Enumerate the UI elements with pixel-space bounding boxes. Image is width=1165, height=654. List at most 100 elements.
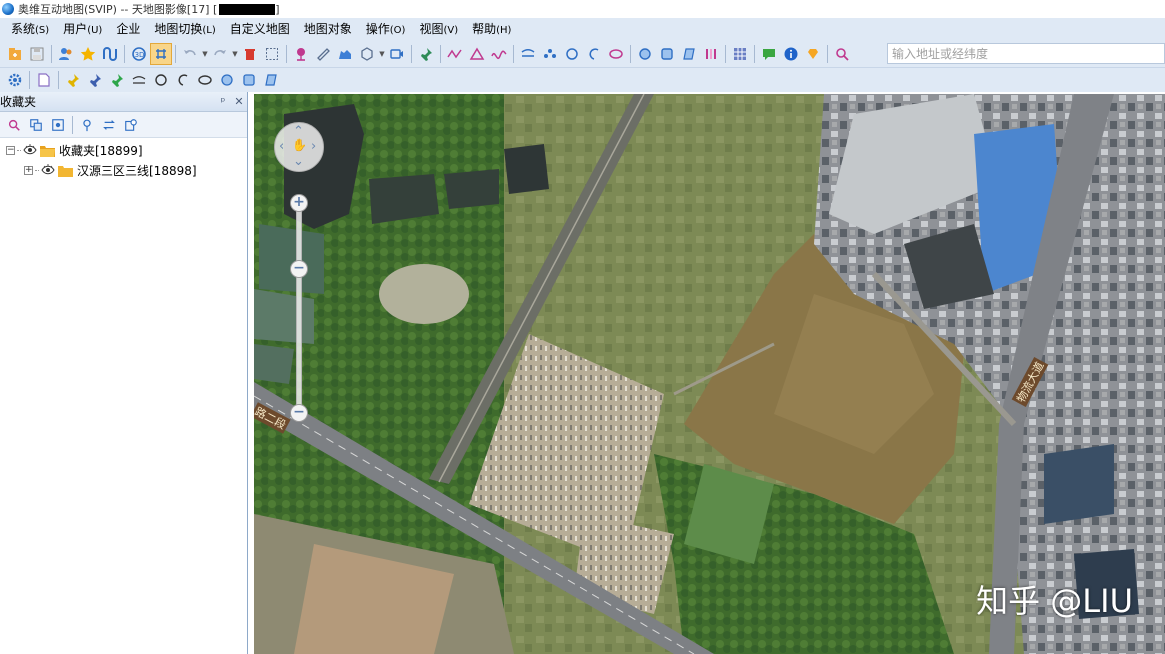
- info-icon[interactable]: [780, 43, 802, 65]
- favorites-panel: 收藏夹 ᵖ ✕ − 收藏夹[18899] + 汉源三区三线[18898]: [0, 92, 248, 654]
- polygon-icon[interactable]: [356, 43, 378, 65]
- square-icon[interactable]: [238, 69, 260, 91]
- chat-icon[interactable]: [758, 43, 780, 65]
- zoom-out-button[interactable]: −: [290, 404, 308, 422]
- save-icon[interactable]: [26, 43, 48, 65]
- collapse-icon[interactable]: −: [6, 145, 15, 155]
- undo-dropdown-icon[interactable]: ▼: [201, 43, 209, 65]
- folder-icon: [58, 165, 73, 177]
- pan-left-icon[interactable]: ‹: [279, 140, 284, 153]
- expand-icon[interactable]: +: [24, 165, 33, 175]
- arc-icon[interactable]: [172, 69, 194, 91]
- disc-icon[interactable]: [216, 69, 238, 91]
- favorites-tree: − 收藏夹[18899] + 汉源三区三线[18898]: [0, 138, 247, 180]
- square-icon[interactable]: [656, 43, 678, 65]
- menu-view[interactable]: 视图(V): [412, 18, 465, 40]
- path-icon[interactable]: [517, 43, 539, 65]
- favorites-toolbar: [0, 112, 247, 138]
- svg-text:3D: 3D: [135, 51, 145, 59]
- 3d-icon[interactable]: 3D: [128, 43, 150, 65]
- triangle-icon[interactable]: [466, 43, 488, 65]
- blue-pin-icon[interactable]: [84, 69, 106, 91]
- push-pin-icon[interactable]: [415, 43, 437, 65]
- menu-custom-map[interactable]: 自定义地图: [223, 18, 297, 40]
- close-panel-icon[interactable]: ✕: [231, 95, 247, 108]
- line-icon[interactable]: [444, 43, 466, 65]
- menu-enterprise[interactable]: 企业: [109, 18, 147, 40]
- circle-icon[interactable]: [561, 43, 583, 65]
- video-icon[interactable]: [386, 43, 408, 65]
- zoom-slider-handle[interactable]: −: [290, 260, 308, 278]
- redacted-block: [219, 3, 276, 15]
- box-select-icon[interactable]: [261, 43, 283, 65]
- diamond-icon[interactable]: [802, 43, 824, 65]
- delete-icon[interactable]: [239, 43, 261, 65]
- panel-title: 收藏夹: [0, 95, 37, 109]
- redo-dropdown-icon[interactable]: ▼: [231, 43, 239, 65]
- menu-map-objects[interactable]: 地图对象: [297, 18, 359, 40]
- pin-panel-icon[interactable]: ᵖ: [215, 95, 231, 108]
- dots-icon[interactable]: [539, 43, 561, 65]
- search-icon[interactable]: [3, 114, 25, 136]
- curve-icon[interactable]: [488, 43, 510, 65]
- folder-open-icon: [40, 145, 55, 157]
- yellow-pin-icon[interactable]: [62, 69, 84, 91]
- menu-bar: 系统(S) 用户(U) 企业 地图切换(L) 自定义地图 地图对象 操作(O) …: [0, 18, 1165, 40]
- pan-control[interactable]: ⌃ ‹ ✋ › ⌄: [274, 122, 324, 172]
- search-icon[interactable]: [831, 43, 853, 65]
- copy-icon[interactable]: [25, 114, 47, 136]
- elevation-icon[interactable]: [334, 43, 356, 65]
- users-icon[interactable]: [55, 43, 77, 65]
- settings-icon[interactable]: [4, 69, 26, 91]
- pin-icon[interactable]: [76, 114, 98, 136]
- eye-icon[interactable]: [41, 164, 55, 176]
- swap-icon[interactable]: [98, 114, 120, 136]
- menu-operation[interactable]: 操作(O): [359, 18, 413, 40]
- shape-icon[interactable]: [260, 69, 282, 91]
- tree-node-root[interactable]: − 收藏夹[18899]: [0, 140, 247, 160]
- hand-icon: ✋: [292, 138, 307, 152]
- zoom-in-button[interactable]: +: [290, 194, 308, 212]
- pan-right-icon[interactable]: ›: [311, 140, 316, 153]
- pan-up-icon[interactable]: ⌃: [293, 125, 304, 138]
- disc-icon[interactable]: [634, 43, 656, 65]
- arc-icon[interactable]: [583, 43, 605, 65]
- new-icon[interactable]: [4, 43, 26, 65]
- locate-icon[interactable]: [47, 114, 69, 136]
- menu-system[interactable]: 系统(S): [4, 18, 56, 40]
- address-search-box[interactable]: [887, 43, 1165, 64]
- grid-icon[interactable]: [729, 43, 751, 65]
- favorites-panel-header: 收藏夹 ᵖ ✕: [0, 92, 247, 112]
- ellipse-icon[interactable]: [194, 69, 216, 91]
- watermark: 知乎 @LIU: [976, 582, 1133, 620]
- menu-help[interactable]: 帮助(H): [465, 18, 518, 40]
- bars-icon[interactable]: [700, 43, 722, 65]
- menu-user[interactable]: 用户(U): [56, 18, 109, 40]
- green-pin-icon[interactable]: [106, 69, 128, 91]
- menu-map-switch[interactable]: 地图切换(L): [147, 18, 222, 40]
- circle-icon[interactable]: [150, 69, 172, 91]
- document-icon[interactable]: [33, 69, 55, 91]
- pan-down-icon[interactable]: ⌄: [293, 155, 304, 168]
- tree-node-label: 汉源三区三线[18898]: [77, 163, 197, 178]
- ellipse-icon[interactable]: [605, 43, 627, 65]
- zoom-slider-track[interactable]: [296, 202, 302, 414]
- undo-icon[interactable]: [179, 43, 201, 65]
- app-logo-icon: [2, 3, 14, 15]
- route-icon[interactable]: [99, 43, 121, 65]
- arc-line-icon[interactable]: [128, 69, 150, 91]
- map-view[interactable]: ⌃ ‹ ✋ › ⌄ + − − 路二段 物流大道 知乎 @LIU: [254, 94, 1165, 654]
- tree-node-child[interactable]: + 汉源三区三线[18898]: [0, 160, 247, 180]
- redo-icon[interactable]: [209, 43, 231, 65]
- export-icon[interactable]: [120, 114, 142, 136]
- title-bar: 奥维互动地图(SVIP) -- 天地图影像[17] [ ]: [0, 0, 1165, 18]
- shape-icon[interactable]: [678, 43, 700, 65]
- eye-icon[interactable]: [23, 144, 37, 156]
- pin-icon[interactable]: [290, 43, 312, 65]
- ruler-icon[interactable]: [312, 43, 334, 65]
- address-search-input[interactable]: [892, 44, 1164, 63]
- star-icon[interactable]: [77, 43, 99, 65]
- polygon-dropdown-icon[interactable]: ▼: [378, 43, 386, 65]
- select-toggle-icon[interactable]: [150, 42, 172, 65]
- tree-node-label: 收藏夹[18899]: [59, 143, 143, 158]
